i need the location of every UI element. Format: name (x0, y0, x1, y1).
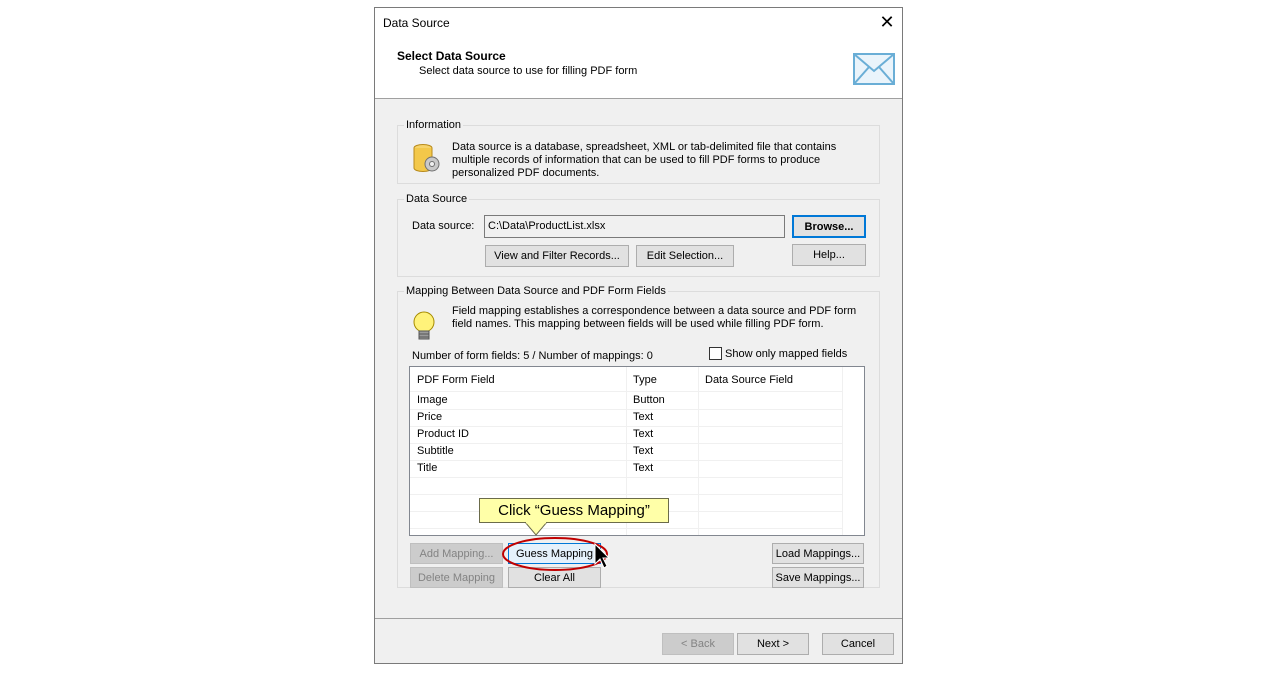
browse-button[interactable]: Browse... (792, 215, 866, 238)
field-type: Text (633, 411, 654, 423)
table-row[interactable]: Image Button (410, 392, 842, 410)
add-mapping-button[interactable]: Add Mapping... (410, 543, 503, 564)
mouse-cursor-icon (594, 543, 610, 569)
callout-pointer (525, 522, 547, 536)
lightbulb-icon (413, 311, 435, 340)
field-name: Price (417, 411, 443, 423)
table-row[interactable]: Price Text (410, 409, 842, 427)
envelope-icon (853, 53, 895, 85)
field-name: Subtitle (417, 445, 454, 457)
close-icon[interactable]: ✕ (875, 11, 899, 33)
column-header-pdf-form-field[interactable]: PDF Form Field (417, 374, 495, 386)
mapping-text: Field mapping establishes a corresponden… (452, 305, 857, 330)
field-type: Text (633, 462, 654, 474)
information-legend: Information (404, 119, 464, 131)
data-source-dialog: Data Source ✕ Select Data Source Select … (374, 7, 903, 664)
footer-divider (375, 618, 902, 619)
field-name: Product ID (417, 428, 469, 440)
field-type: Text (633, 428, 654, 440)
save-mappings-button[interactable]: Save Mappings... (772, 567, 864, 588)
edit-selection-button[interactable]: Edit Selection... (636, 245, 734, 267)
data-source-path-field[interactable]: C:\Data\ProductList.xlsx (484, 215, 785, 238)
window-title: Data Source (383, 16, 450, 30)
view-filter-records-button[interactable]: View and Filter Records... (485, 245, 629, 267)
tutorial-callout: Click “Guess Mapping” (479, 498, 669, 523)
column-header-type[interactable]: Type (633, 374, 657, 386)
table-row[interactable]: Product ID Text (410, 426, 842, 444)
page-title: Select Data Source (397, 49, 506, 63)
page-subtitle: Select data source to use for filling PD… (419, 65, 638, 77)
back-button[interactable]: < Back (662, 633, 734, 655)
database-gear-icon (413, 144, 440, 172)
field-name: Image (417, 394, 448, 406)
table-row[interactable]: Title Text (410, 460, 842, 478)
field-type: Button (633, 394, 665, 406)
table-row[interactable]: Subtitle Text (410, 443, 842, 461)
title-bar: Data Source ✕ (375, 8, 902, 36)
show-only-mapped-checkbox[interactable] (709, 347, 722, 360)
information-text: Data source is a database, spreadsheet, … (452, 141, 837, 179)
delete-mapping-button[interactable]: Delete Mapping (410, 567, 503, 588)
load-mappings-button[interactable]: Load Mappings... (772, 543, 864, 564)
mapping-legend: Mapping Between Data Source and PDF Form… (404, 285, 668, 297)
field-type: Text (633, 445, 654, 457)
field-name: Title (417, 462, 438, 474)
column-header-data-source-field[interactable]: Data Source Field (705, 374, 793, 386)
data-source-label: Data source: (412, 220, 475, 232)
next-button[interactable]: Next > (737, 633, 809, 655)
mapping-count: Number of form fields: 5 / Number of map… (412, 350, 653, 362)
cancel-button[interactable]: Cancel (822, 633, 894, 655)
data-source-legend: Data Source (404, 193, 470, 205)
show-only-mapped-label: Show only mapped fields (725, 348, 848, 360)
help-button[interactable]: Help... (792, 244, 866, 266)
wizard-header: Select Data Source Select data source to… (375, 36, 902, 99)
